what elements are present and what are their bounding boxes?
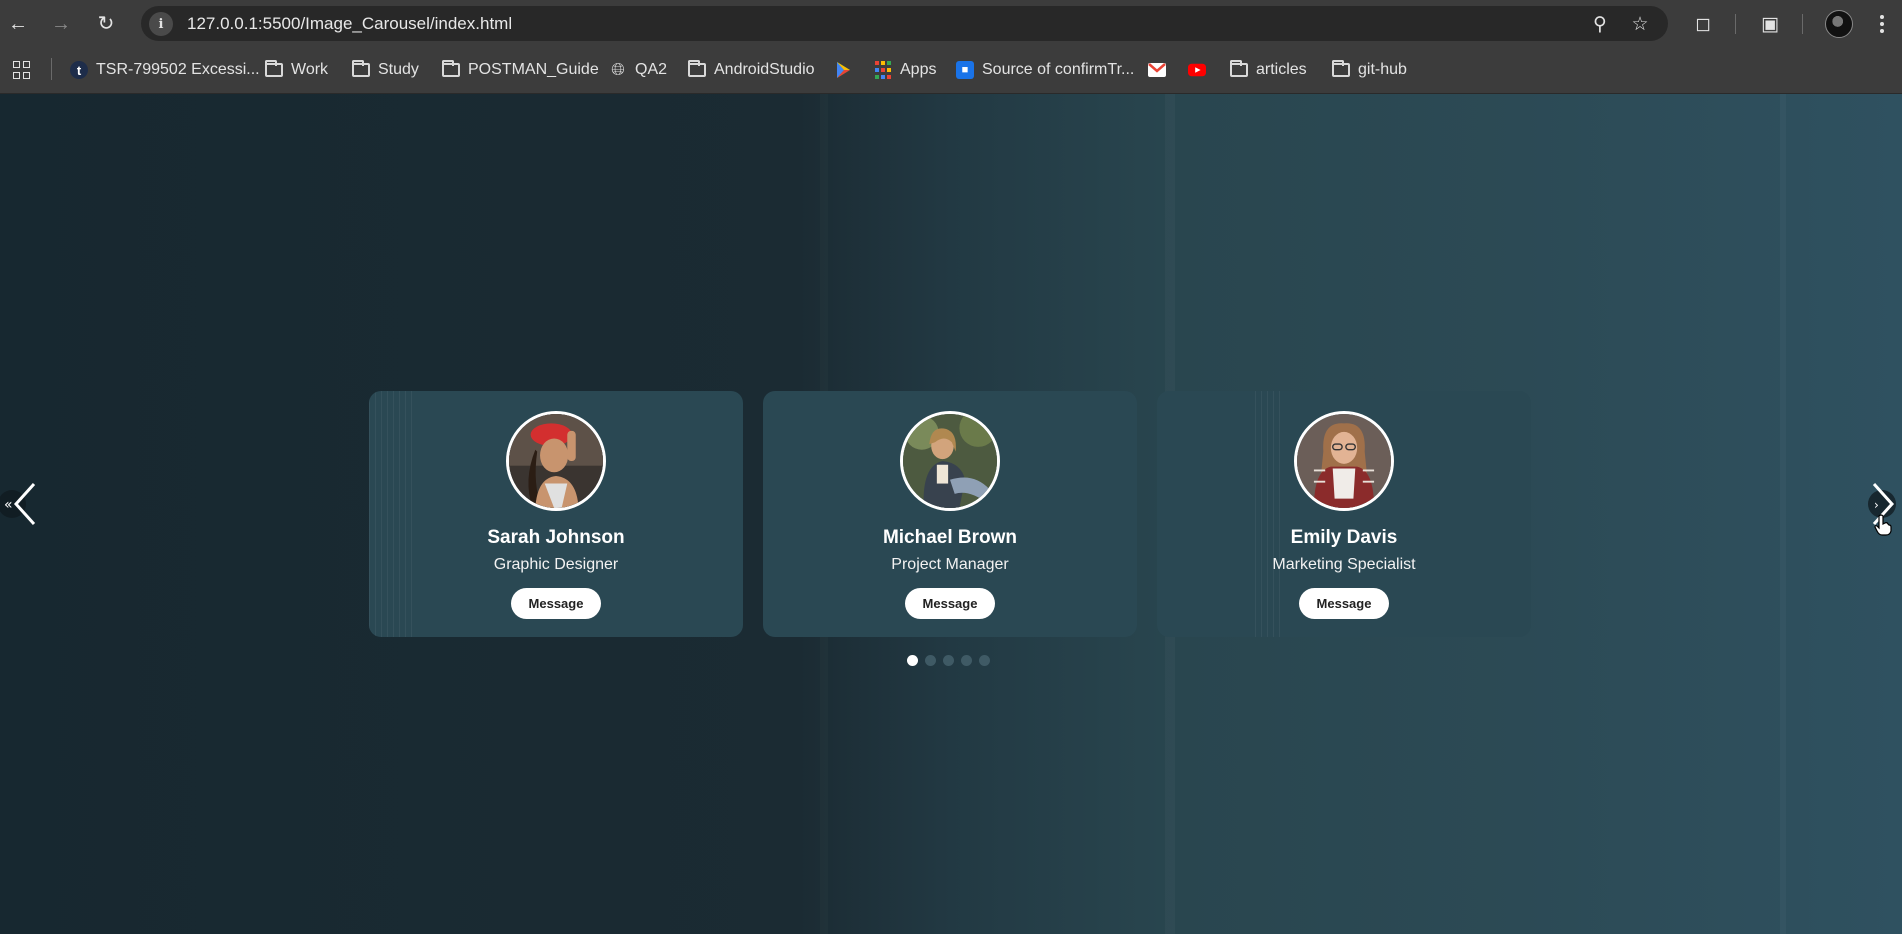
- folder-icon: [688, 60, 706, 79]
- hand-cursor-icon: [1874, 514, 1892, 536]
- bookmark-label: POSTMAN_Guide: [468, 61, 599, 78]
- bookmark-item[interactable]: [834, 57, 852, 83]
- bookmark-item[interactable]: ■ Source of confirmTr...: [956, 57, 1134, 83]
- message-button[interactable]: Message: [905, 588, 995, 619]
- profile-avatar[interactable]: [1825, 10, 1853, 38]
- bookmarks-bar: t TSR-799502 Excessi... Work Study POSTM…: [0, 47, 1902, 94]
- extensions-icon[interactable]: ◻: [1689, 10, 1717, 38]
- profile-name: Sarah Johnson: [487, 527, 625, 548]
- bookmarks-divider: [51, 58, 52, 80]
- profile-photo: [506, 411, 606, 511]
- profile-card: Emily Davis Marketing Specialist Message: [1157, 391, 1531, 637]
- bookmark-folder[interactable]: Study: [352, 57, 419, 83]
- chevron-left-icon: «: [0, 482, 36, 526]
- bookmark-label: git-hub: [1358, 61, 1407, 78]
- pagination-dot-5[interactable]: [979, 655, 990, 666]
- profile-card: Sarah Johnson Graphic Designer Message: [369, 391, 743, 637]
- prev-slide-button[interactable]: «: [0, 482, 40, 526]
- bookmark-item[interactable]: Apps: [874, 57, 936, 83]
- bookmark-item[interactable]: [1188, 57, 1206, 83]
- pagination-dot-1[interactable]: [907, 655, 918, 666]
- bookmark-label: QA2: [635, 61, 668, 78]
- toolbar-divider: [1735, 14, 1736, 34]
- bookmark-folder[interactable]: articles: [1230, 57, 1307, 83]
- bookmark-folder[interactable]: AndroidStudio: [688, 57, 815, 83]
- folder-icon: [442, 60, 460, 79]
- profile-name: Michael Brown: [882, 527, 1018, 548]
- back-icon[interactable]: ←: [4, 10, 32, 38]
- bookmark-label: articles: [1256, 61, 1307, 78]
- apps-shortcut[interactable]: [12, 57, 30, 83]
- forward-icon[interactable]: →: [47, 10, 75, 38]
- pagination-dots: [907, 655, 990, 667]
- svg-text:«: «: [4, 497, 13, 513]
- pagination-dot-2[interactable]: [925, 655, 936, 666]
- apps-grid-icon: [874, 61, 892, 79]
- gmail-icon: [1148, 61, 1166, 79]
- svg-text:›: ›: [1874, 498, 1879, 512]
- bookmark-app-icon: ■: [956, 61, 974, 79]
- profile-role: Project Manager: [891, 556, 1009, 573]
- card-texture: [1255, 391, 1281, 637]
- folder-icon: [1230, 60, 1248, 79]
- folder-icon: [265, 60, 283, 79]
- carousel-page: Sarah Johnson Graphic Designer Message M…: [0, 94, 1902, 934]
- bookmark-item[interactable]: 🌐︎ QA2: [609, 57, 667, 83]
- address-bar[interactable]: i 127.0.0.1:5500/Image_Carousel/index.ht…: [141, 6, 1668, 41]
- profile-role: Graphic Designer: [493, 556, 619, 573]
- site-info-icon[interactable]: i: [149, 12, 173, 36]
- bookmark-item[interactable]: [1148, 57, 1166, 83]
- tab-search-icon[interactable]: ▣: [1756, 10, 1784, 38]
- bookmark-label: Apps: [900, 61, 937, 78]
- t-icon: t: [70, 61, 88, 79]
- bookmark-folder[interactable]: git-hub: [1332, 57, 1407, 83]
- reload-icon[interactable]: ↻: [92, 10, 120, 38]
- youtube-icon: [1188, 61, 1206, 79]
- folder-icon: [1332, 60, 1350, 79]
- profile-name: Emily Davis: [1290, 527, 1398, 548]
- zoom-icon[interactable]: ⚲: [1588, 12, 1612, 36]
- bookmark-label: TSR-799502 Excessi...: [96, 61, 260, 78]
- bookmark-folder[interactable]: Work: [265, 57, 328, 83]
- bookmark-folder[interactable]: POSTMAN_Guide: [442, 57, 599, 83]
- bookmark-label: AndroidStudio: [714, 61, 815, 78]
- browser-toolbar: ← → ↻ i 127.0.0.1:5500/Image_Carousel/in…: [0, 0, 1902, 47]
- toolbar-divider: [1802, 14, 1803, 34]
- message-button[interactable]: Message: [511, 588, 601, 619]
- profile-role: Marketing Specialist: [1272, 556, 1416, 573]
- profile-photo: [900, 411, 1000, 511]
- play-store-icon: [834, 61, 852, 79]
- background-band: [1780, 94, 1786, 934]
- bookmark-item[interactable]: t TSR-799502 Excessi...: [70, 57, 260, 83]
- pagination-dot-4[interactable]: [961, 655, 972, 666]
- grid-icon: [12, 61, 30, 79]
- star-icon[interactable]: ☆: [1628, 12, 1652, 36]
- profile-card: Michael Brown Project Manager Message: [763, 391, 1137, 637]
- url-text[interactable]: 127.0.0.1:5500/Image_Carousel/index.html: [187, 14, 512, 34]
- bookmark-label: Source of confirmTr...: [982, 61, 1135, 78]
- message-button[interactable]: Message: [1299, 588, 1389, 619]
- bookmark-label: Work: [291, 61, 329, 78]
- pagination-dot-3[interactable]: [943, 655, 954, 666]
- folder-icon: [352, 60, 370, 79]
- menu-icon[interactable]: [1872, 10, 1892, 38]
- globe-icon: 🌐︎: [611, 60, 625, 79]
- bookmark-label: Study: [378, 61, 419, 78]
- card-texture: [369, 391, 413, 637]
- profile-photo: [1294, 411, 1394, 511]
